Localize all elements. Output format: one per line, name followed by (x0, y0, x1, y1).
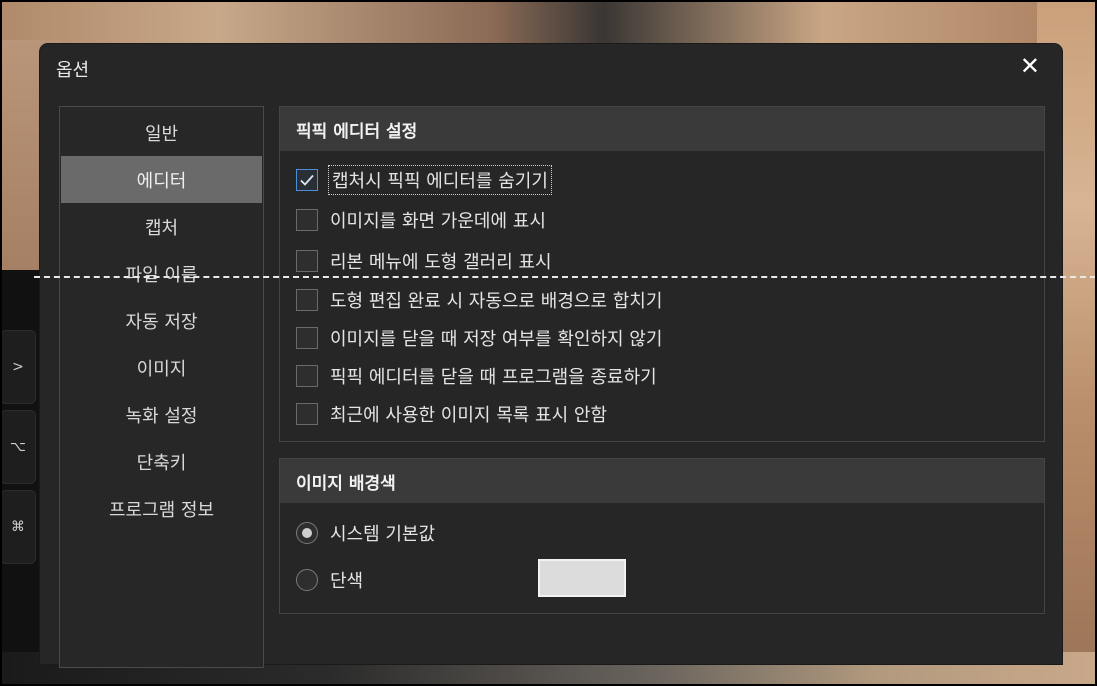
radio-system-default[interactable]: 시스템 기본값 (296, 520, 435, 546)
radio-solid-color[interactable]: 단색 (296, 567, 363, 593)
option-label: 캡처시 픽픽 에디터를 숨기기 (328, 165, 552, 195)
sidebar-item-about[interactable]: 프로그램 정보 (60, 485, 263, 532)
checkbox[interactable] (296, 209, 318, 231)
options-dialog: 옵션 ✕ 일반 에디터 캡처 파일 이름 자동 저장 이미지 녹화 설정 단축키… (40, 44, 1062, 668)
options-sidebar: 일반 에디터 캡처 파일 이름 자동 저장 이미지 녹화 설정 단축키 프로그램… (59, 106, 264, 668)
option-label: 이미지를 화면 가운데에 표시 (330, 211, 546, 232)
radio-dot-icon (302, 528, 312, 538)
option-exit-on-close[interactable]: 픽픽 에디터를 닫을 때 프로그램을 종료하기 (296, 363, 657, 389)
option-center-image[interactable]: 이미지를 화면 가운데에 표시 (296, 207, 546, 233)
sidebar-item-autosave[interactable]: 자동 저장 (60, 297, 263, 344)
option-skip-save-prompt[interactable]: 이미지를 닫을 때 저장 여부를 확인하지 않기 (296, 325, 662, 351)
option-hide-recent-images[interactable]: 최근에 사용한 이미지 목록 표시 안함 (296, 401, 607, 427)
radio-label: 시스템 기본값 (330, 524, 436, 545)
sidebar-item-editor[interactable]: 에디터 (61, 156, 262, 203)
radio-button[interactable] (296, 569, 318, 591)
option-label: 픽픽 에디터를 닫을 때 프로그램을 종료하기 (330, 367, 657, 388)
keyboard-key: > (0, 330, 36, 404)
editor-settings-panel: 픽픽 에디터 설정 캡처시 픽픽 에디터를 숨기기 이미지를 화면 가운데에 표… (279, 106, 1045, 442)
option-label: 이미지를 닫을 때 저장 여부를 확인하지 않기 (330, 329, 663, 350)
solid-color-swatch[interactable] (538, 559, 626, 597)
capture-guide-line (34, 276, 1096, 278)
sidebar-item-general[interactable]: 일반 (60, 109, 263, 156)
option-label: 도형 편집 완료 시 자동으로 배경으로 합치기 (330, 291, 663, 312)
checkbox[interactable] (296, 250, 318, 272)
option-ribbon-shape-gallery[interactable]: 리본 메뉴에 도형 갤러리 표시 (296, 248, 552, 274)
sidebar-item-image[interactable]: 이미지 (60, 344, 263, 391)
option-label: 최근에 사용한 이미지 목록 표시 안함 (330, 405, 608, 426)
sidebar-item-recording[interactable]: 녹화 설정 (60, 391, 263, 438)
checkbox[interactable] (296, 327, 318, 349)
checkbox[interactable] (296, 365, 318, 387)
option-auto-merge-shapes[interactable]: 도형 편집 완료 시 자동으로 배경으로 합치기 (296, 287, 662, 313)
sidebar-item-shortcuts[interactable]: 단축키 (60, 438, 263, 485)
dialog-title: 옵션 (56, 60, 90, 81)
editor-settings-title: 픽픽 에디터 설정 (280, 107, 1044, 151)
sidebar-item-capture[interactable]: 캡처 (60, 203, 263, 250)
checkbox[interactable] (296, 289, 318, 311)
close-icon[interactable]: ✕ (1020, 54, 1040, 78)
image-background-title: 이미지 배경색 (280, 459, 1044, 503)
keyboard-key: ⌥ (0, 410, 36, 484)
checkbox[interactable] (296, 169, 318, 191)
option-label: 리본 메뉴에 도형 갤러리 표시 (330, 252, 552, 273)
option-hide-editor-on-capture[interactable]: 캡처시 픽픽 에디터를 숨기기 (296, 165, 552, 195)
checkmark-icon (300, 174, 314, 186)
checkbox[interactable] (296, 403, 318, 425)
image-background-panel: 이미지 배경색 시스템 기본값 단색 (279, 458, 1045, 614)
sidebar-item-file-name[interactable]: 파일 이름 (60, 250, 263, 297)
radio-button[interactable] (296, 522, 318, 544)
radio-label: 단색 (330, 571, 364, 592)
keyboard-key: ⌘ (0, 490, 36, 564)
